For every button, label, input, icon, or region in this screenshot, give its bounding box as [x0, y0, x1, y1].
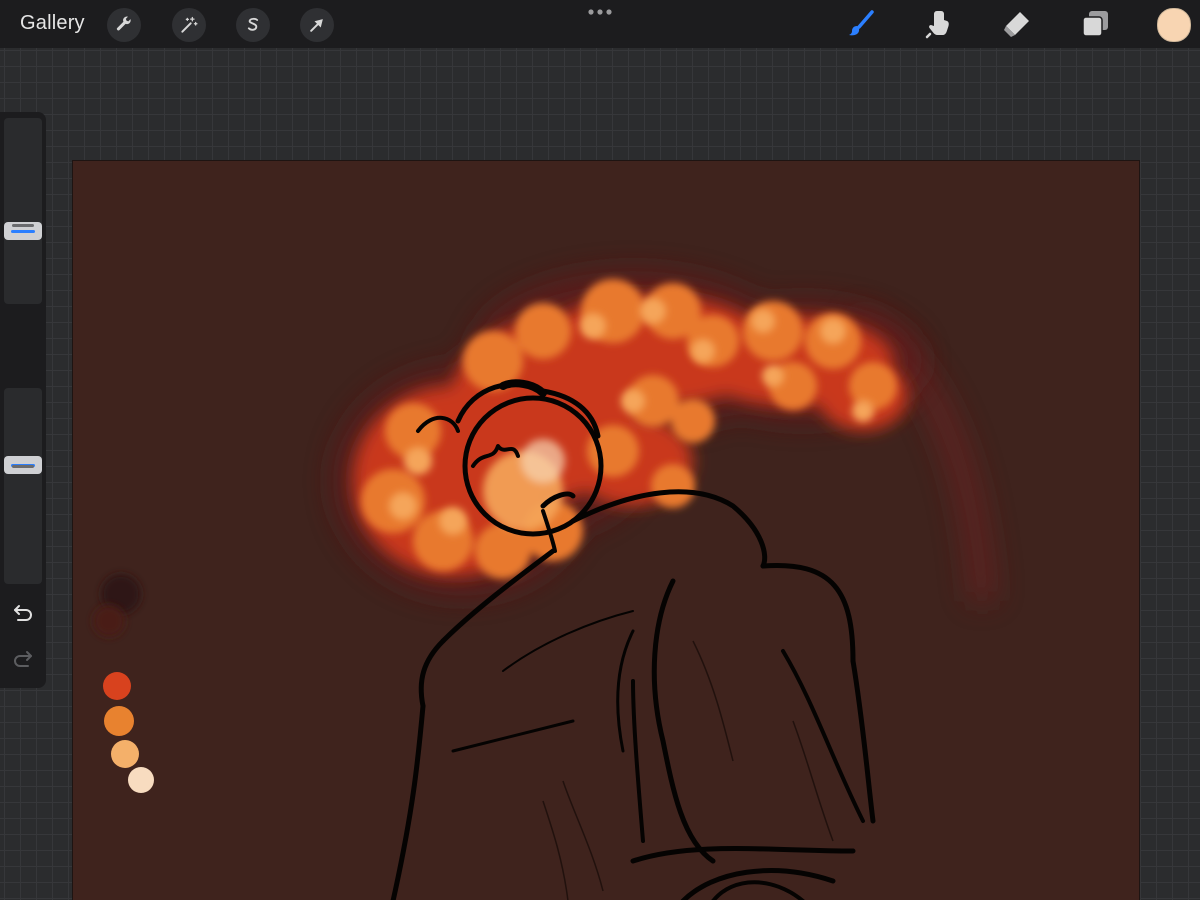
sidebar [0, 112, 46, 688]
eraser-icon [1004, 12, 1029, 37]
palette-swatch-2 [93, 605, 125, 637]
actions-button[interactable] [107, 8, 141, 42]
brush-size-slider[interactable] [4, 118, 42, 304]
artwork [93, 271, 996, 900]
brush-tool-button[interactable] [843, 6, 879, 42]
brush-size-slider-mark [12, 224, 34, 227]
palette-swatch-3 [103, 672, 131, 700]
palette-swatch-4 [104, 706, 134, 736]
handle-accent-bar [11, 229, 35, 233]
gallery-button[interactable]: Gallery [20, 12, 85, 35]
brush-icon [849, 10, 874, 36]
eraser-tool-button[interactable] [998, 6, 1034, 42]
adjustments-button[interactable] [172, 8, 206, 42]
layers-icon [1082, 11, 1108, 37]
undo-icon[interactable] [11, 600, 35, 624]
figure-sketch-lines [542, 640, 834, 900]
opacity-slider-mark [12, 465, 34, 468]
drawing-canvas[interactable] [72, 160, 1140, 900]
opacity-slider[interactable] [4, 388, 42, 584]
redo-icon[interactable] [11, 646, 35, 670]
smudge-finger-icon [925, 11, 949, 39]
transform-button[interactable] [300, 8, 334, 42]
selection-s-icon [247, 17, 259, 31]
arrow-cursor-icon [310, 19, 323, 32]
selection-button[interactable] [236, 8, 270, 42]
palette-swatch-5 [111, 740, 139, 768]
top-toolbar: Gallery [0, 0, 1200, 48]
current-color-swatch[interactable] [1157, 8, 1191, 42]
smudge-tool-button[interactable] [920, 6, 956, 42]
layers-button[interactable] [1077, 6, 1113, 42]
more-options-icon[interactable] [586, 8, 614, 16]
palette-swatch-6 [128, 767, 154, 793]
wrench-icon [116, 16, 131, 31]
color-palette-swatches [93, 574, 154, 793]
magic-wand-icon [181, 16, 198, 33]
